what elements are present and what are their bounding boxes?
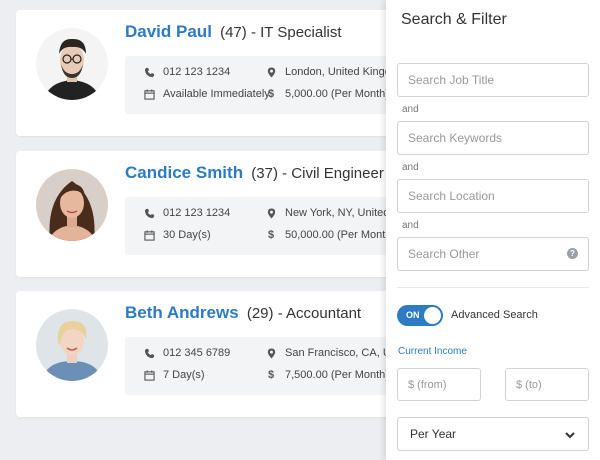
- location-text: San Francisco, CA, United States: [285, 347, 386, 359]
- help-icon[interactable]: ?: [567, 248, 578, 259]
- and-label: and: [402, 220, 419, 231]
- avatar[interactable]: [36, 28, 108, 100]
- phone-text: 012 345 6789: [163, 347, 231, 359]
- income-info: $ 5,000.00 (Per Month): [265, 88, 386, 100]
- profile-list: David Paul (47) - IT Specialist 012 123 …: [0, 0, 386, 460]
- profile-heading: Candice Smith (37) - Civil Engineer: [125, 163, 384, 183]
- location-input[interactable]: Search Location: [397, 179, 589, 213]
- dollar-icon: $: [267, 88, 275, 100]
- profile-name[interactable]: Beth Andrews: [125, 303, 239, 322]
- income-text: 5,000.00 (Per Month): [285, 88, 386, 100]
- avatar[interactable]: [36, 309, 108, 381]
- calendar-icon: [143, 88, 155, 100]
- current-income-label: Current Income: [398, 346, 467, 357]
- panel-title: Search & Filter: [401, 11, 507, 28]
- toggle-label: ON: [406, 310, 420, 320]
- toggle-knob: [424, 307, 441, 324]
- avatar[interactable]: [36, 169, 108, 241]
- location-text: London, United Kingdom: [285, 66, 386, 78]
- phone-icon: [143, 66, 155, 78]
- divider: [397, 287, 589, 288]
- map-marker-icon: [265, 347, 277, 359]
- advanced-search-label: Advanced Search: [451, 309, 538, 321]
- profile-title: - IT Specialist: [250, 24, 342, 41]
- phone-info: 012 345 6789: [143, 347, 230, 359]
- availability-info: 30 Day(s): [143, 229, 211, 241]
- location-info: San Francisco, CA, United States: [265, 347, 386, 359]
- chevron-down-icon: [565, 432, 575, 439]
- phone-info: 012 123 1234: [143, 66, 230, 78]
- phone-text: 012 123 1234: [163, 66, 231, 78]
- map-marker-icon: [265, 207, 277, 219]
- income-info: $ 50,000.00 (Per Month): [265, 229, 386, 241]
- advanced-search-toggle[interactable]: ON: [397, 305, 443, 326]
- and-label: and: [402, 104, 419, 115]
- profile-info: 012 123 1234 New York, NY, United States…: [125, 197, 386, 255]
- map-marker-icon: [265, 66, 277, 78]
- profile-info: 012 123 1234 London, United Kingdom Avai…: [125, 56, 386, 114]
- location-info: London, United Kingdom: [265, 66, 386, 78]
- profile-title: - Civil Engineer: [282, 165, 384, 182]
- job-title-input[interactable]: Search Job Title: [397, 63, 589, 97]
- phone-icon: [143, 347, 155, 359]
- profile-card[interactable]: Beth Andrews (29) - Accountant 012 345 6…: [16, 291, 386, 417]
- profile-age: (47): [220, 24, 247, 41]
- profile-name[interactable]: David Paul: [125, 22, 212, 41]
- income-period-value: Per Year: [410, 427, 457, 441]
- profile-age: (29): [246, 305, 274, 322]
- income-text: 50,000.00 (Per Month): [285, 229, 386, 241]
- availability-text: 30 Day(s): [163, 229, 211, 241]
- other-input-placeholder: Search Other: [408, 247, 480, 261]
- phone-icon: [143, 207, 155, 219]
- keywords-input[interactable]: Search Keywords: [397, 121, 589, 155]
- availability-info: Available Immediately: [143, 88, 270, 100]
- income-to-input[interactable]: $ (to): [505, 368, 589, 401]
- income-text: 7,500.00 (Per Month): [285, 369, 386, 381]
- phone-text: 012 123 1234: [163, 207, 231, 219]
- availability-info: 7 Day(s): [143, 369, 205, 381]
- profile-info: 012 345 6789 San Francisco, CA, United S…: [125, 337, 386, 395]
- dollar-icon: $: [267, 229, 275, 241]
- profile-card[interactable]: Candice Smith (37) - Civil Engineer 012 …: [16, 151, 386, 277]
- availability-text: Available Immediately: [163, 88, 270, 100]
- profile-heading: Beth Andrews (29) - Accountant: [125, 303, 361, 323]
- dollar-icon: $: [267, 369, 275, 381]
- other-input[interactable]: Search Other ?: [397, 237, 589, 271]
- search-filter-panel: Search & Filter Search Job Title and Sea…: [386, 0, 600, 460]
- calendar-icon: [143, 229, 155, 241]
- profile-name[interactable]: Candice Smith: [125, 163, 243, 182]
- calendar-icon: [143, 369, 155, 381]
- location-info: New York, NY, United States: [265, 207, 386, 219]
- location-text: New York, NY, United States: [285, 207, 386, 219]
- income-info: $ 7,500.00 (Per Month): [265, 369, 386, 381]
- profile-heading: David Paul (47) - IT Specialist: [125, 22, 342, 42]
- income-period-select[interactable]: Per Year: [397, 417, 589, 451]
- income-from-input[interactable]: $ (from): [397, 368, 481, 401]
- phone-info: 012 123 1234: [143, 207, 230, 219]
- profile-title: - Accountant: [277, 305, 362, 322]
- profile-age: (37): [251, 165, 278, 182]
- profile-card[interactable]: David Paul (47) - IT Specialist 012 123 …: [16, 10, 386, 136]
- availability-text: 7 Day(s): [163, 369, 205, 381]
- and-label: and: [402, 162, 419, 173]
